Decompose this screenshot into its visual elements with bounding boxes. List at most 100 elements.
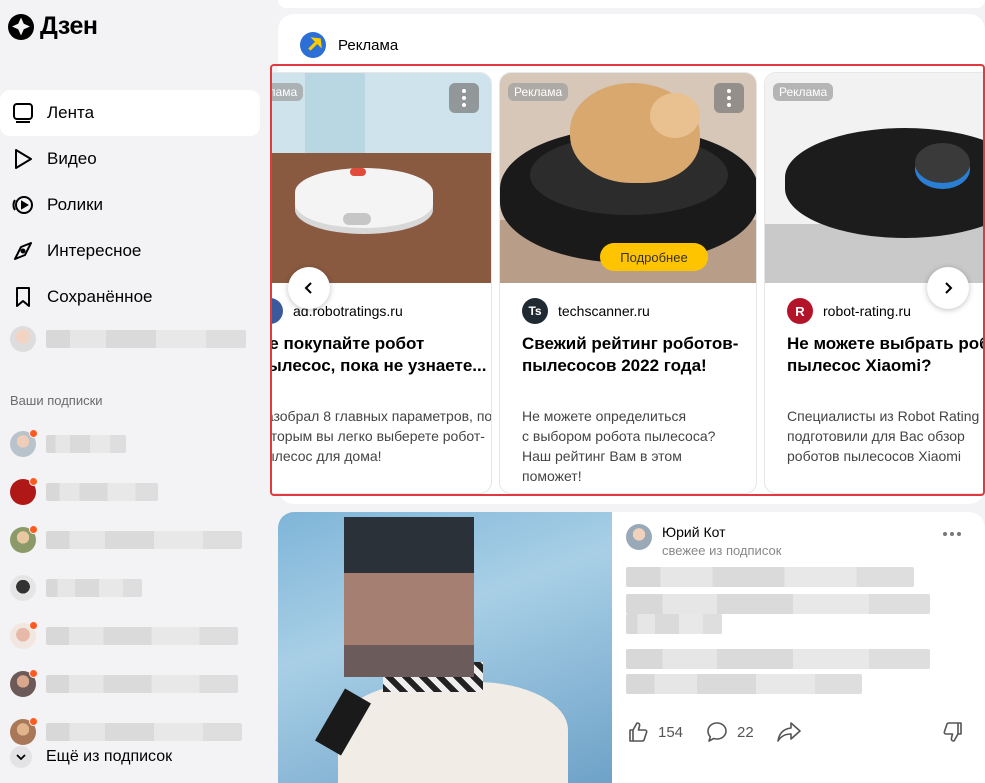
nav-item-label: Видео [47,149,97,168]
ad-badge: Реклама [773,83,834,101]
redacted-text [626,567,914,587]
avatar [10,575,36,601]
redacted-text [46,579,142,597]
ad-card-description: Разобрал 8 главных параметров, по которы… [272,408,492,464]
nav-item-label: Интересное [47,241,142,260]
yandex-direct-icon [300,32,326,58]
profile-row[interactable] [10,326,246,352]
compass-icon [10,238,36,264]
post-author[interactable]: Юрий Кот свежее из подписок [626,524,781,558]
ad-source-label: techscanner.ru [558,303,650,319]
notification-dot [29,717,38,726]
notification-dot [29,477,38,486]
carousel-prev-button[interactable] [288,267,330,309]
lidar-sensor [915,143,970,183]
nav-item-saved[interactable]: Сохранённое [0,274,260,320]
subscription-item[interactable] [10,468,260,516]
ad-source[interactable]: Ts techscanner.ru [522,298,650,324]
redacted-text [626,594,930,614]
nav-item-interesting[interactable]: Интересное [0,228,260,274]
redacted-text [46,330,246,348]
post-menu-icon[interactable] [943,532,961,536]
ad-card-title[interactable]: Не можете выбрать робот-пылесос Xiaomi? [787,333,983,377]
author-subtitle: свежее из подписок [662,543,782,558]
ad-card-description: Не можете определиться с выбором робота … [522,408,716,484]
ad-badge: Реклама [508,83,569,101]
subscription-item[interactable] [10,516,260,564]
ad-label: Реклама [338,36,399,54]
redacted-text [46,435,126,453]
subscription-item[interactable] [10,660,260,708]
thumb-up-icon [629,722,648,742]
ad-source[interactable]: R robot-rating.ru [787,298,911,324]
redacted-text [46,723,242,741]
comment-count: 22 [737,723,754,741]
subscription-item[interactable] [10,564,260,612]
like-count: 154 [658,723,684,741]
subscriptions-list [10,420,260,756]
like-button[interactable]: 154 [626,720,683,744]
avatar [10,525,38,553]
nav-item-label: Сохранённое [47,287,153,306]
ad-source[interactable]: ad.robotratings.ru [272,298,403,324]
logo[interactable]: Дзен [8,12,98,41]
redacted-text [46,627,238,645]
ad-carousel: Реклама ad.robotratings.ru Не покупайте … [272,72,983,494]
avatar [10,669,38,697]
notification-dot [29,525,38,534]
more-subscriptions-button[interactable]: Ещё из подписок [10,746,172,768]
comment-icon [707,722,727,742]
redacted-text [46,483,158,501]
dzen-logo-icon [8,13,34,40]
post-actions: 154 22 [626,720,816,744]
nav-item-shorts[interactable]: Ролики [0,182,260,228]
image-figure [338,682,568,783]
logo-text: Дзен [40,12,98,40]
more-options-icon[interactable] [449,83,479,113]
nav-item-video[interactable]: Видео [0,136,260,182]
ad-card-description: Специалисты из Robot Rating подготовили … [787,408,980,464]
subscription-item[interactable] [10,612,260,660]
avatar [626,524,652,550]
redacted-text [626,674,862,694]
nav-item-feed[interactable]: Лента [0,90,260,136]
comment-button[interactable]: 22 [705,720,754,744]
ad-badge: Реклама [272,83,304,101]
feed-icon [10,100,36,126]
ad-card[interactable]: Реклама Подробнее Ts techscanner.ru Свеж… [499,72,757,494]
ad-header: Реклама [300,32,398,58]
share-icon [776,722,801,742]
sidebar: Дзен Лента Видео Ролики Интересное Сохра… [0,0,268,783]
ad-card-title[interactable]: Свежий рейтинг роботов-пылесосов 2022 го… [522,333,756,377]
notification-dot [29,669,38,678]
nav-item-label: Ролики [47,195,104,214]
ad-card-image: Реклама Подробнее [500,73,756,283]
image-sensor [343,213,371,225]
thumb-down-icon [943,722,962,742]
chevron-right-icon [945,282,953,294]
share-button[interactable] [776,720,802,744]
notification-dot [29,429,38,438]
more-options-icon[interactable] [714,83,744,113]
avatar [10,621,38,649]
carousel-next-button[interactable] [927,267,969,309]
post-image[interactable] [278,512,612,783]
ad-source-label: robot-rating.ru [823,303,911,319]
chevron-left-icon [304,282,312,294]
ad-card-title[interactable]: Не покупайте робот пылесос, пока не узна… [272,333,491,377]
author-name[interactable]: Юрий Кот [662,524,781,540]
hamster-head [650,93,700,138]
post-card[interactable]: Юрий Кот свежее из подписок 154 22 [278,512,985,783]
subscriptions-title: Ваши подписки [10,393,103,408]
redacted-text [46,531,242,549]
dislike-button[interactable] [941,720,965,749]
ad-card-image: Реклама [272,73,491,283]
image-wall [305,73,365,153]
subscription-item[interactable] [10,420,260,468]
nav-item-label: Лента [47,103,95,122]
ad-card-image: Реклама [765,73,983,283]
more-details-button[interactable]: Подробнее [600,243,708,271]
chevron-down-icon [10,746,32,768]
avatar [10,717,38,745]
image-accent [350,168,366,176]
